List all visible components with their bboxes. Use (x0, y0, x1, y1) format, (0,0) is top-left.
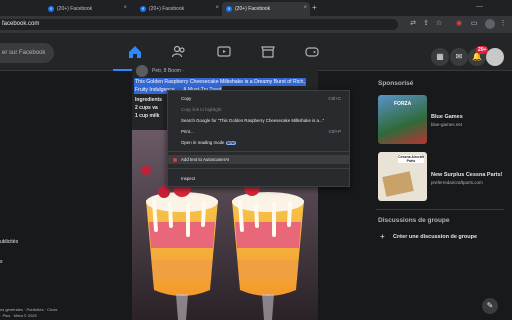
browser-tab[interactable]: f (20+) Facebook × (136, 2, 222, 16)
divider (376, 209, 504, 210)
minimize-icon[interactable]: — (476, 3, 483, 10)
facebook-icon: f (226, 6, 232, 12)
close-tab-icon[interactable]: × (303, 5, 307, 11)
group-discussions-heading: Discussions de groupe (378, 217, 450, 224)
profile-avatar[interactable] (485, 19, 495, 29)
ad-url: preferredaircraftparts.com (431, 180, 483, 185)
menu-grid-icon[interactable]: ▦ (431, 48, 449, 66)
messenger-icon[interactable]: ✉ (450, 48, 468, 66)
browser-tab-bar: f (20+) Facebook × f (20+) Facebook × f (20+)… (0, 0, 512, 16)
marketplace-icon[interactable] (260, 44, 276, 60)
footer-copyright: · Plus · Meta © 2025 (0, 313, 37, 318)
account-avatar[interactable] (486, 48, 504, 66)
gaming-icon[interactable] (304, 44, 320, 60)
post-author-avatar[interactable] (136, 65, 148, 77)
context-menu-item-reading-mode[interactable]: Open in reading mode NEW (168, 138, 349, 147)
post-meta: Petr, 8 Boom · (152, 68, 184, 74)
create-group-discussion-link[interactable]: Créer une discussion de groupe (393, 234, 477, 240)
context-menu-item-copy[interactable]: Copy Ctrl+C (168, 94, 349, 103)
extension-icon[interactable]: ◉ (454, 19, 464, 29)
ad-title[interactable]: Blue Games (431, 114, 463, 120)
context-menu-separator (168, 168, 349, 169)
context-menu-item-autoscaner[interactable]: Add text to AutoscanerAI (168, 155, 349, 164)
translate-icon[interactable]: ⇄ (408, 19, 418, 29)
url-field[interactable]: facebook.com (0, 19, 398, 30)
context-menu-item-inspect[interactable]: Inspect (168, 174, 349, 183)
left-sidebar-text[interactable]: s (0, 259, 3, 265)
chrome-menu-icon[interactable]: ⋮ (498, 19, 508, 29)
ad-title[interactable]: New Surplus Cessna Parts! (431, 172, 503, 178)
footer-links[interactable]: ns générales · Publicités · Choix (0, 307, 57, 312)
sponsored-heading: Sponsorisé (378, 80, 414, 87)
autoscaner-icon (173, 158, 177, 162)
new-message-icon[interactable]: ✎ (482, 298, 498, 314)
context-menu: Copy Ctrl+C Copy link to highlight Search… (167, 90, 350, 187)
ad-image-blue-games[interactable]: FORZA (378, 95, 427, 144)
post-ingredient: 1 cup milk (135, 113, 160, 119)
bookmark-star-icon[interactable]: ☆ (434, 19, 444, 29)
facebook-icon: f (140, 6, 146, 12)
browser-tab[interactable]: f (20+) Facebook × (44, 2, 130, 16)
home-icon[interactable] (127, 44, 143, 60)
context-menu-item-search-google[interactable]: Search Google for "This Golden Raspberry… (168, 116, 349, 125)
share-icon[interactable]: ⇪ (421, 19, 431, 29)
context-menu-item-copy-link: Copy link to highlight (181, 107, 222, 112)
close-tab-icon[interactable]: × (215, 5, 219, 11)
post-ingredient: 2 cups va (135, 105, 158, 111)
watch-icon[interactable] (216, 44, 232, 60)
context-menu-item-print[interactable]: Print... Ctrl+P (168, 127, 349, 136)
facebook-search-input[interactable]: er sur Facebook (0, 43, 54, 63)
plus-icon: + (380, 232, 385, 241)
ad-image-cessna[interactable]: Cessna Aircraft Parts (378, 152, 427, 201)
new-badge: NEW (225, 141, 236, 145)
facebook-icon: f (48, 6, 54, 12)
sidepanel-icon[interactable]: ▭ (469, 19, 479, 29)
context-menu-separator (168, 151, 349, 152)
new-tab-button[interactable]: + (312, 3, 317, 12)
close-tab-icon[interactable]: × (123, 5, 127, 11)
browser-tab-active[interactable]: f (20+) Facebook × (222, 2, 310, 16)
left-sidebar-text[interactable]: ublicités (0, 239, 18, 245)
friends-icon[interactable] (171, 44, 187, 60)
ad-url: blue-games.net (431, 122, 463, 127)
post-ingredients-heading: Ingredients (135, 97, 162, 103)
post-title-line1: This Golden Raspberry Cheesecake Milksha… (134, 78, 306, 86)
